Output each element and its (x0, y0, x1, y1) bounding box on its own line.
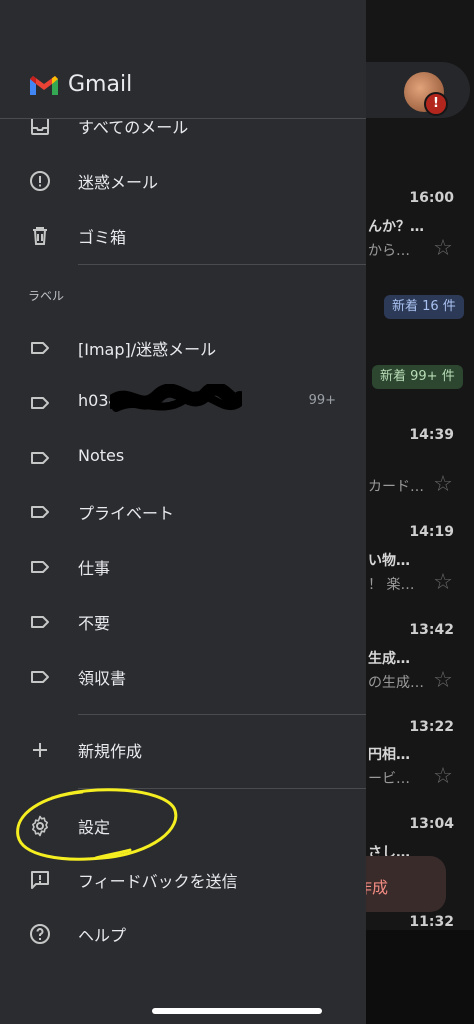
drawer-label-imap-spam[interactable]: [Imap]/迷惑メール (0, 322, 366, 374)
label-icon (31, 561, 49, 573)
email-time: 13:42 (409, 622, 454, 638)
create-new-label-button[interactable]: 新規作成 (0, 724, 366, 776)
email-snippet: カード… (368, 479, 424, 495)
drawer-item-label: 不要 (78, 614, 111, 633)
label-icon (31, 506, 49, 518)
drawer-item-spam[interactable]: 迷惑メール (0, 155, 366, 207)
unread-count: 99+ (308, 393, 336, 408)
email-time: 13:04 (409, 816, 454, 832)
app-title: Gmail (68, 72, 133, 97)
star-icon[interactable]: ☆ (432, 238, 454, 260)
gmail-logo-icon (30, 76, 58, 95)
drawer-label-private[interactable]: プライベート (0, 486, 366, 538)
navigation-drawer: すべてのメール 迷惑メール ゴミ箱 ラベル [Imap]/迷惑メール h034 … (0, 0, 366, 1024)
email-time: 16:00 (409, 190, 454, 206)
drawer-label-unneeded[interactable]: 不要 (0, 596, 366, 648)
email-time: 13:22 (409, 719, 454, 735)
star-icon[interactable]: ☆ (432, 670, 454, 692)
divider (78, 714, 366, 715)
drawer-item-label: 領収書 (78, 669, 127, 688)
drawer-header: Gmail (0, 0, 366, 119)
help-icon (30, 924, 50, 944)
email-time: 14:39 (409, 427, 454, 443)
spam-icon (30, 171, 50, 191)
bottom-area (366, 930, 474, 1024)
drawer-item-label: [Imap]/迷惑メール (78, 340, 217, 359)
divider (78, 264, 366, 265)
star-icon[interactable]: ☆ (432, 766, 454, 788)
drawer-item-label: 迷惑メール (78, 173, 159, 192)
label-icon (31, 671, 49, 683)
drawer-label-receipts[interactable]: 領収書 (0, 651, 366, 703)
email-snippet: の生成… (368, 675, 424, 691)
account-alert-badge: ! (424, 92, 448, 116)
drawer-item-label: ヘルプ (78, 926, 127, 945)
new-mail-badge: 新着 99+ 件 (372, 365, 463, 389)
star-icon[interactable]: ☆ (432, 474, 454, 496)
drawer-label-work[interactable]: 仕事 (0, 541, 366, 593)
drawer-label-notes[interactable]: Notes (0, 432, 366, 484)
feedback-icon (31, 871, 49, 889)
email-snippet: ービ… (368, 771, 410, 787)
email-subject[interactable]: んか？… (368, 216, 424, 236)
drawer-item-help[interactable]: ヘルプ (0, 908, 366, 960)
plus-icon (33, 743, 47, 757)
trash-icon (33, 227, 47, 245)
drawer-item-trash[interactable]: ゴミ箱 (0, 210, 366, 262)
star-icon[interactable]: ☆ (432, 572, 454, 594)
annotation-circle (16, 788, 178, 861)
email-snippet: ！ 楽… (368, 577, 415, 593)
email-time: 11:32 (409, 914, 454, 930)
home-indicator[interactable] (152, 1008, 322, 1014)
email-time: 14:19 (409, 524, 454, 540)
drawer-item-label: フィードバックを送信 (78, 872, 238, 891)
email-subject[interactable]: 円相… (368, 744, 410, 764)
email-snippet: から… (368, 243, 410, 259)
drawer-item-label: ゴミ箱 (78, 228, 127, 247)
label-icon (31, 342, 49, 354)
label-icon (31, 452, 49, 464)
email-subject[interactable]: い物… (368, 550, 410, 570)
labels-section-heading: ラベル (28, 289, 65, 303)
drawer-item-label: Notes (78, 446, 125, 465)
drawer-item-label: 新規作成 (78, 742, 143, 761)
label-icon (31, 616, 49, 628)
email-subject[interactable]: 生成… (368, 648, 410, 668)
drawer-item-label: 仕事 (78, 559, 111, 578)
drawer-item-label: プライベート (78, 504, 175, 523)
label-icon (31, 397, 49, 409)
new-mail-badge: 新着 16 件 (384, 295, 464, 319)
redaction-scribble (110, 384, 242, 412)
